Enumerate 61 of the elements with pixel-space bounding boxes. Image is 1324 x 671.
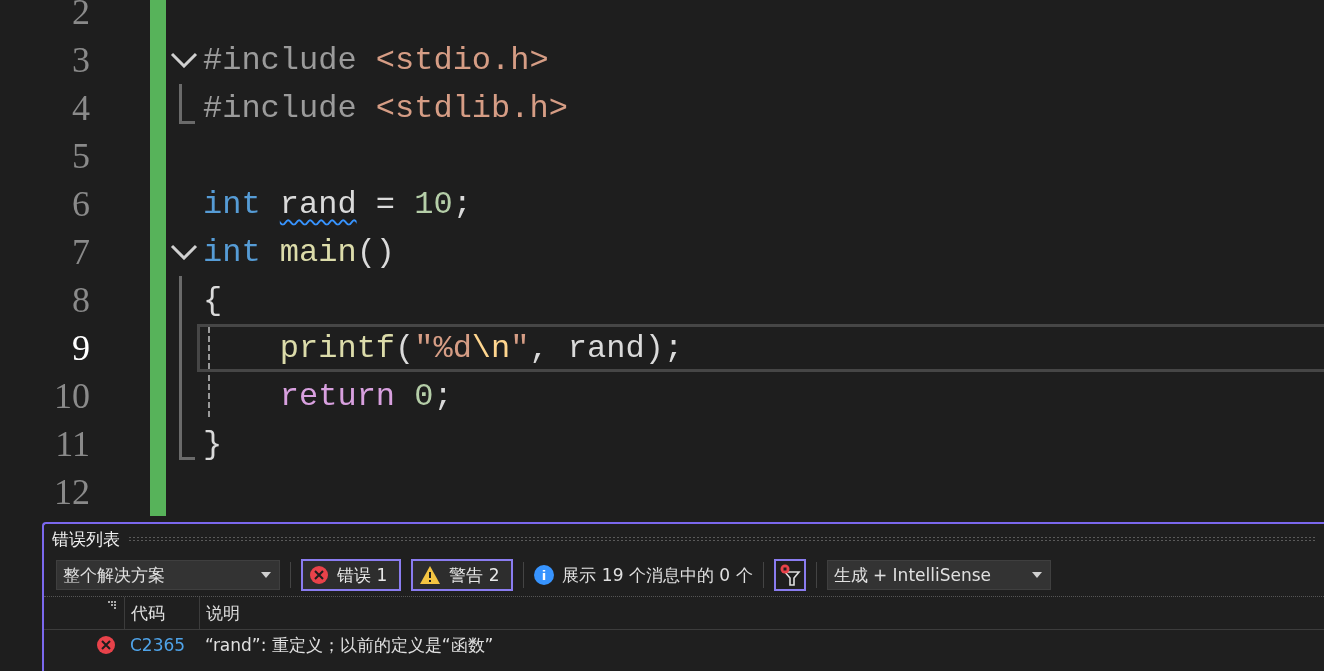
column-header[interactable]: 说明 (199, 597, 1324, 629)
caret-icon (261, 572, 271, 578)
code-token: 10 (414, 185, 453, 223)
message-count-text: 展示 19 个消息中的 0 个 (562, 563, 753, 587)
code-token: ; (433, 377, 453, 415)
error-squiggle-token: rand (279, 185, 357, 223)
line-number: 6 (71, 183, 90, 225)
collapse-chevron-icon[interactable] (170, 244, 198, 260)
code-token: ; (452, 185, 472, 223)
warning-icon (419, 565, 442, 585)
code-token: #include (203, 41, 358, 79)
code-token: int (203, 233, 262, 271)
line-number: 5 (71, 135, 90, 177)
collapse-chevron-icon[interactable] (170, 52, 198, 68)
code-token: <stdlib.h> (375, 89, 568, 127)
code-token: printf (279, 329, 396, 367)
warning-filter-toggle[interactable]: 警告 2 (411, 559, 514, 591)
indent-guide (208, 327, 210, 369)
code-token: ( (395, 329, 415, 367)
code-token: , rand); (529, 329, 684, 367)
fold-end-line (179, 420, 195, 460)
error-icon (96, 635, 116, 655)
info-icon (534, 565, 555, 585)
code-token: { (203, 281, 223, 319)
code-token: #include (203, 89, 358, 127)
line-number: 12 (53, 471, 90, 513)
code-token: () (356, 233, 396, 271)
code-token: = (374, 185, 397, 223)
line-number: 2 (71, 0, 90, 33)
error-code-link[interactable]: C2365 (124, 635, 199, 655)
code-token: } (203, 425, 223, 463)
code-token: int (203, 185, 262, 223)
source-dropdown[interactable]: 生成 + IntelliSense (826, 560, 1051, 590)
column-grip-icon[interactable] (108, 601, 118, 609)
column-header[interactable]: 代码 (124, 597, 199, 629)
filter-button[interactable] (773, 559, 806, 591)
code-token: \n (471, 329, 511, 367)
indent-guide (208, 375, 210, 417)
line-number: 11 (54, 423, 90, 465)
caret-icon (1031, 572, 1042, 578)
line-number: 3 (71, 39, 90, 81)
line-number: 4 (71, 87, 90, 129)
code-token: main (279, 233, 357, 271)
error-filter-toggle[interactable]: 错误 1 (301, 559, 402, 591)
code-editor[interactable]: 2 3 #include <stdio.h> 4 #include <stdlib.h> 5 6 int rand = 10; 7 int main() 8 { 9 printf("%d\n", rand); 10 return 0; 11 } 12 (0, 0, 1324, 522)
code-token: return (279, 377, 397, 415)
error-icon (309, 565, 329, 585)
code-token: "%d (414, 329, 472, 367)
change-bar (150, 0, 166, 36)
scope-dropdown[interactable]: 整个解决方案 (56, 560, 280, 590)
line-number: 10 (53, 375, 90, 417)
line-number: 9 (71, 327, 90, 369)
fold-end-line (179, 84, 195, 124)
change-bar (150, 468, 166, 516)
code-token: <stdio.h> (375, 41, 549, 79)
line-number: 8 (71, 279, 90, 321)
code-token: " (510, 329, 530, 367)
line-number: 7 (71, 231, 90, 273)
code-token: 0 (414, 377, 434, 415)
panel-title: 错误列表 (52, 527, 120, 551)
description-cell-text: “rand”: 重定义；以前的定义是“函数” (204, 633, 495, 657)
